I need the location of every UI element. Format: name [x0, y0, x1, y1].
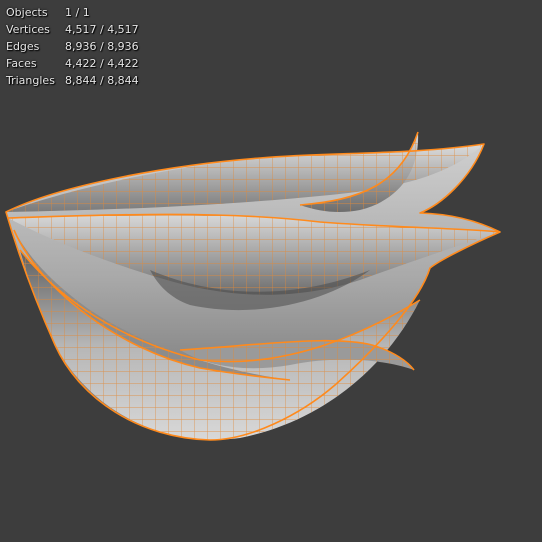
statistics-overlay: Objects 1 / 1 Vertices 4,517 / 4,517 Edg… [6, 4, 139, 89]
stats-label: Edges [6, 40, 40, 53]
stats-label: Faces [6, 57, 37, 70]
3d-viewport[interactable]: Objects 1 / 1 Vertices 4,517 / 4,517 Edg… [0, 0, 542, 542]
stats-label: Vertices [6, 23, 50, 36]
stats-value: 8,844 / 8,844 [65, 74, 139, 87]
stats-row-faces: Faces 4,422 / 4,422 [6, 55, 139, 72]
stats-row-triangles: Triangles 8,844 / 8,844 [6, 72, 139, 89]
stats-row-vertices: Vertices 4,517 / 4,517 [6, 21, 139, 38]
stats-row-objects: Objects 1 / 1 [6, 4, 139, 21]
stats-value: 4,517 / 4,517 [65, 23, 139, 36]
stats-label: Triangles [6, 74, 55, 87]
stats-value: 4,422 / 4,422 [65, 57, 139, 70]
stats-row-edges: Edges 8,936 / 8,936 [6, 38, 139, 55]
stats-value: 8,936 / 8,936 [65, 40, 139, 53]
stats-value: 1 / 1 [65, 6, 90, 19]
stats-label: Objects [6, 6, 48, 19]
